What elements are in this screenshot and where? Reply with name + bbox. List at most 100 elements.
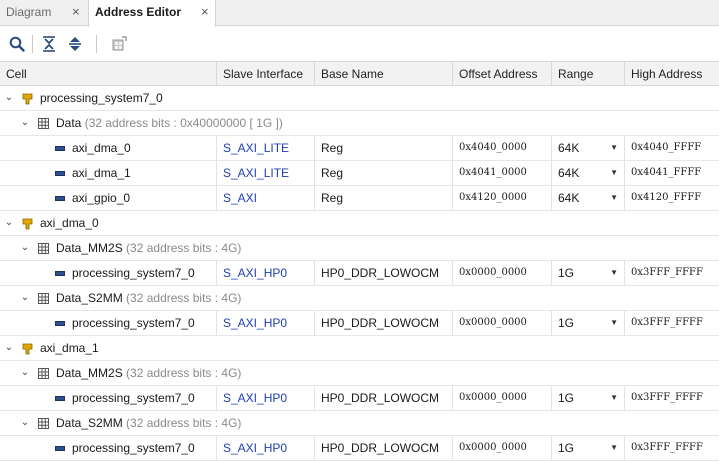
auto-assign-icon[interactable] (110, 35, 128, 53)
range-select[interactable]: 1G ▼ (551, 436, 624, 460)
offset-address-value[interactable]: 0x0000_0000 (452, 386, 551, 410)
master-name: axi_dma_1 (40, 341, 99, 355)
range-value: 1G (558, 391, 575, 405)
slave-cell-name: processing_system7_0 (72, 441, 195, 455)
offset-address-value[interactable]: 0x0000_0000 (452, 261, 551, 285)
tab-address-editor-label: Address Editor (95, 5, 182, 19)
address-space-icon (38, 418, 49, 429)
table-row[interactable]: processing_system7_0 S_AXI_HP0 HP0_DDR_L… (0, 436, 719, 461)
slave-cell-name: processing_system7_0 (72, 266, 195, 280)
address-space-row[interactable]: ⌄ Data_S2MM (32 address bits : 4G) (0, 411, 719, 436)
toolbar-separator (96, 35, 97, 53)
table-row[interactable]: processing_system7_0 S_AXI_HP0 HP0_DDR_L… (0, 261, 719, 286)
address-space-info: (32 address bits : 4G) (126, 366, 242, 380)
column-header-cell[interactable]: Cell (0, 62, 216, 86)
dropdown-arrow-icon[interactable]: ▼ (610, 436, 618, 460)
column-header-high-address[interactable]: High Address (624, 62, 719, 86)
search-icon[interactable] (8, 35, 26, 53)
master-name: axi_dma_0 (40, 216, 99, 230)
table-row[interactable]: axi_dma_0 S_AXI_LITE Reg 0x4040_0000 64K… (0, 136, 719, 161)
address-space-info: (32 address bits : 4G) (126, 241, 242, 255)
collapse-all-icon[interactable] (40, 35, 58, 53)
tab-diagram[interactable]: Diagram × (0, 0, 86, 26)
chevron-down-icon[interactable]: ⌄ (19, 361, 31, 385)
range-select[interactable]: 1G ▼ (551, 386, 624, 410)
dropdown-arrow-icon[interactable]: ▼ (610, 261, 618, 285)
high-address-value: 0x3FFF_FFFF (624, 261, 719, 285)
column-header-range[interactable]: Range (551, 62, 624, 86)
chevron-down-icon[interactable]: ⌄ (3, 211, 15, 235)
table-row[interactable]: processing_system7_0 S_AXI_HP0 HP0_DDR_L… (0, 386, 719, 411)
range-select[interactable]: 64K ▼ (551, 186, 624, 210)
address-space-name: Data_S2MM (56, 291, 123, 305)
base-name-value: Reg (314, 186, 452, 210)
slave-cell-name: axi_dma_1 (72, 166, 131, 180)
address-space-info: (32 address bits : 0x40000000 [ 1G ]) (84, 116, 283, 130)
base-name-value: HP0_DDR_LOWOCM (314, 311, 452, 335)
slave-segment-icon (55, 321, 65, 326)
slave-cell-name: processing_system7_0 (72, 391, 195, 405)
chevron-down-icon[interactable]: ⌄ (3, 86, 15, 110)
chevron-down-icon[interactable]: ⌄ (3, 336, 15, 360)
master-row[interactable]: ⌄ processing_system7_0 (0, 86, 719, 111)
chevron-down-icon[interactable]: ⌄ (19, 236, 31, 260)
slave-segment-icon (55, 196, 65, 201)
base-name-value: HP0_DDR_LOWOCM (314, 436, 452, 460)
chevron-down-icon[interactable]: ⌄ (19, 411, 31, 435)
address-space-name: Data_MM2S (56, 241, 123, 255)
address-space-row[interactable]: ⌄ Data (32 address bits : 0x40000000 [ 1… (0, 111, 719, 136)
slave-segment-icon (55, 396, 65, 401)
chevron-down-icon[interactable]: ⌄ (19, 286, 31, 310)
range-value: 1G (558, 441, 575, 455)
high-address-value: 0x4120_FFFF (624, 186, 719, 210)
dropdown-arrow-icon[interactable]: ▼ (610, 136, 618, 160)
range-select[interactable]: 64K ▼ (551, 161, 624, 185)
table-row[interactable]: processing_system7_0 S_AXI_HP0 HP0_DDR_L… (0, 311, 719, 336)
offset-address-value[interactable]: 0x4041_0000 (452, 161, 551, 185)
address-space-row[interactable]: ⌄ Data_MM2S (32 address bits : 4G) (0, 236, 719, 261)
master-interface-icon (22, 343, 33, 355)
table-header: Cell Slave Interface Base Name Offset Ad… (0, 61, 719, 86)
dropdown-arrow-icon[interactable]: ▼ (610, 161, 618, 185)
expand-all-icon[interactable] (66, 35, 84, 53)
slave-segment-icon (55, 271, 65, 276)
range-value: 1G (558, 266, 575, 280)
range-value: 64K (558, 191, 580, 205)
close-icon[interactable]: × (201, 0, 209, 24)
address-space-row[interactable]: ⌄ Data_S2MM (32 address bits : 4G) (0, 286, 719, 311)
column-header-offset-address[interactable]: Offset Address (452, 62, 551, 86)
dropdown-arrow-icon[interactable]: ▼ (610, 186, 618, 210)
address-space-row[interactable]: ⌄ Data_MM2S (32 address bits : 4G) (0, 361, 719, 386)
high-address-value: 0x3FFF_FFFF (624, 386, 719, 410)
chevron-down-icon[interactable]: ⌄ (19, 111, 31, 135)
dropdown-arrow-icon[interactable]: ▼ (610, 311, 618, 335)
range-select[interactable]: 1G ▼ (551, 311, 624, 335)
slave-cell-name: processing_system7_0 (72, 316, 195, 330)
base-name-value: HP0_DDR_LOWOCM (314, 261, 452, 285)
slave-interface-value: S_AXI_HP0 (216, 261, 314, 285)
master-row[interactable]: ⌄ axi_dma_0 (0, 211, 719, 236)
column-header-base-name[interactable]: Base Name (314, 62, 452, 86)
high-address-value: 0x4041_FFFF (624, 161, 719, 185)
high-address-value: 0x4040_FFFF (624, 136, 719, 160)
close-icon[interactable]: × (72, 0, 80, 24)
table-row[interactable]: axi_gpio_0 S_AXI Reg 0x4120_0000 64K ▼ 0x… (0, 186, 719, 211)
offset-address-value[interactable]: 0x0000_0000 (452, 436, 551, 460)
master-row[interactable]: ⌄ axi_dma_1 (0, 336, 719, 361)
base-name-value: HP0_DDR_LOWOCM (314, 386, 452, 410)
dropdown-arrow-icon[interactable]: ▼ (610, 386, 618, 410)
range-select[interactable]: 64K ▼ (551, 136, 624, 160)
address-space-info: (32 address bits : 4G) (126, 291, 242, 305)
tab-address-editor[interactable]: Address Editor × (88, 0, 216, 27)
offset-address-value[interactable]: 0x4040_0000 (452, 136, 551, 160)
offset-address-value[interactable]: 0x4120_0000 (452, 186, 551, 210)
slave-interface-value: S_AXI_LITE (216, 161, 314, 185)
slave-cell-name: axi_dma_0 (72, 141, 131, 155)
range-value: 64K (558, 166, 580, 180)
range-select[interactable]: 1G ▼ (551, 261, 624, 285)
range-value: 64K (558, 141, 580, 155)
address-tree: ⌄ processing_system7_0 ⌄ Data (32 addres… (0, 86, 719, 461)
offset-address-value[interactable]: 0x0000_0000 (452, 311, 551, 335)
column-header-slave-interface[interactable]: Slave Interface (216, 62, 314, 86)
table-row[interactable]: axi_dma_1 S_AXI_LITE Reg 0x4041_0000 64K… (0, 161, 719, 186)
